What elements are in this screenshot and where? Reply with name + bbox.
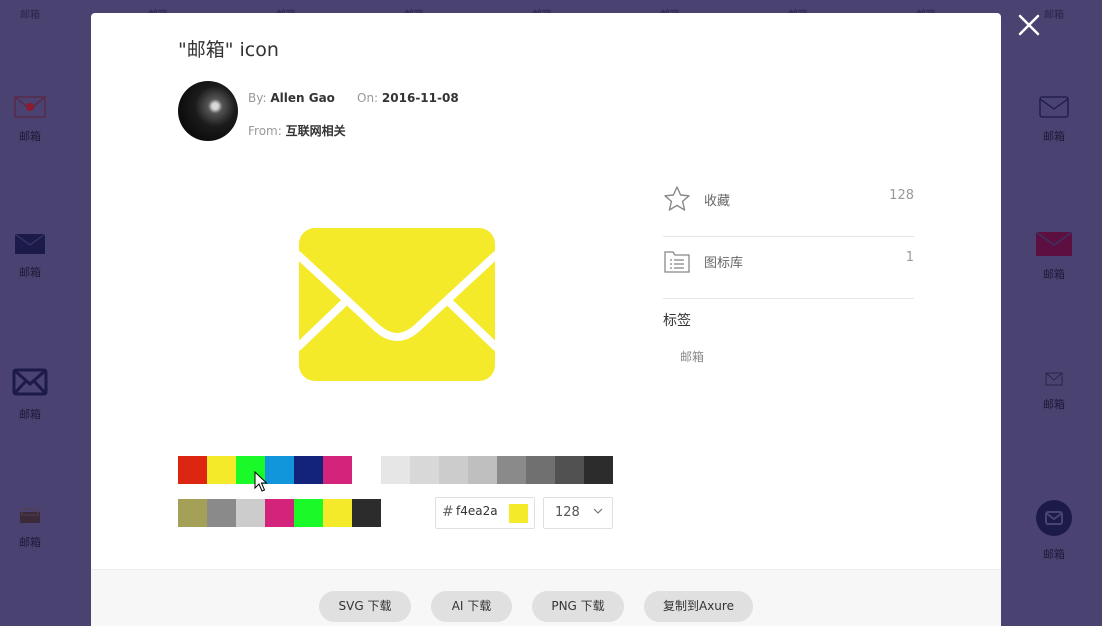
recent-palette xyxy=(178,499,381,527)
bg-icon-label: 邮箱 xyxy=(1043,398,1065,411)
library-row[interactable]: 图标库 1 xyxy=(663,237,914,299)
color-swatch[interactable] xyxy=(381,456,410,484)
png-download-button[interactable]: PNG 下载 xyxy=(532,591,624,622)
bg-icon-label: 邮箱 xyxy=(19,130,41,143)
size-select-value: 128 xyxy=(555,505,580,520)
bg-icon-cell[interactable]: 邮箱 xyxy=(1024,372,1084,412)
bg-icon-label: 邮箱 xyxy=(19,536,41,549)
color-swatch[interactable] xyxy=(323,456,352,484)
color-swatch[interactable] xyxy=(207,499,236,527)
bg-icon-cell[interactable]: 邮箱 xyxy=(0,368,60,422)
author-name[interactable]: Allen Gao xyxy=(270,91,335,105)
bg-icon-cell[interactable]: 邮箱 xyxy=(0,234,60,280)
envelope-outline-icon xyxy=(1039,96,1069,118)
mouse-cursor-icon xyxy=(254,471,268,492)
close-icon xyxy=(1018,14,1040,36)
library-label: 图标库 xyxy=(704,256,744,271)
icon-preview xyxy=(294,228,500,385)
tag-item[interactable]: 邮箱 xyxy=(680,348,704,365)
color-swatch[interactable] xyxy=(236,499,265,527)
color-swatch[interactable] xyxy=(468,456,497,484)
color-swatch[interactable] xyxy=(294,499,323,527)
bg-icon-cell[interactable]: 邮箱 xyxy=(0,508,60,550)
color-swatch[interactable] xyxy=(439,456,468,484)
close-button[interactable] xyxy=(1012,10,1046,44)
from-meta: From: 互联网相关 xyxy=(248,122,346,139)
library-count: 1 xyxy=(905,250,914,265)
favorite-count: 128 xyxy=(889,188,914,203)
date-key: On: xyxy=(357,91,379,105)
ai-download-button[interactable]: AI 下载 xyxy=(431,591,512,622)
color-swatch[interactable] xyxy=(323,499,352,527)
icon-stats: 收藏 128 图标库 1 xyxy=(663,175,914,299)
color-swatch[interactable] xyxy=(497,456,526,484)
color-swatch[interactable] xyxy=(410,456,439,484)
bg-icon-label: 邮箱 xyxy=(1043,268,1065,281)
envelope-icon xyxy=(15,234,45,254)
favorite-row[interactable]: 收藏 128 xyxy=(663,175,914,237)
mail-small-icon xyxy=(1045,372,1063,386)
copy-to-axure-button[interactable]: 复制到Axure xyxy=(644,591,753,622)
avatar[interactable] xyxy=(178,81,238,141)
color-swatch[interactable] xyxy=(178,499,207,527)
date-value: 2016-11-08 xyxy=(381,91,459,105)
bg-icon-label: 邮箱 xyxy=(19,408,41,421)
hash-sign: # xyxy=(442,504,454,520)
size-select[interactable]: 128 xyxy=(543,497,613,529)
from-value[interactable]: 互联网相关 xyxy=(286,124,346,138)
color-preview-chip[interactable] xyxy=(509,504,528,523)
folder-list-icon xyxy=(664,251,690,273)
color-swatch[interactable] xyxy=(294,456,323,484)
page-title: "邮箱" icon xyxy=(178,39,279,61)
gray-palette xyxy=(381,456,613,484)
bg-icon-cell[interactable]: 邮箱 xyxy=(1024,96,1084,144)
envelope-icon xyxy=(294,228,500,381)
bg-icon-label: 邮箱 xyxy=(1043,130,1065,143)
mail-tray-icon xyxy=(20,508,40,523)
author-meta: By: Allen Gao xyxy=(248,91,335,105)
color-swatch[interactable] xyxy=(207,456,236,484)
color-swatch[interactable] xyxy=(178,456,207,484)
icon-detail-modal: "邮箱" icon By: Allen Gao On: 2016-11-08 F… xyxy=(91,13,1001,626)
download-footer: SVG 下载 AI 下载 PNG 下载 复制到Axure xyxy=(91,569,1001,626)
color-swatch[interactable] xyxy=(555,456,584,484)
envelope-icon xyxy=(1036,232,1072,256)
bg-icon-label: 邮箱 xyxy=(1043,548,1065,561)
favorite-label: 收藏 xyxy=(704,194,731,209)
bg-icon-label: 邮箱 xyxy=(19,266,41,279)
chevron-down-icon xyxy=(593,508,603,514)
color-swatch[interactable] xyxy=(265,499,294,527)
color-hex-field[interactable]: # xyxy=(435,497,535,529)
color-swatch[interactable] xyxy=(265,456,294,484)
envelope-outline-icon xyxy=(12,368,48,396)
bg-icon-cell[interactable]: 邮箱 xyxy=(1024,500,1084,562)
color-hex-input[interactable] xyxy=(456,504,504,518)
bg-icon-cell[interactable]: 邮箱 xyxy=(1024,232,1084,282)
bg-icon-cell[interactable]: 邮箱 xyxy=(0,96,60,144)
color-swatch[interactable] xyxy=(526,456,555,484)
envelope-heart-icon xyxy=(14,96,46,118)
tags-title: 标签 xyxy=(663,313,691,329)
bg-icon-label: 邮箱 xyxy=(20,10,40,21)
author-key: By: xyxy=(248,91,267,105)
from-key: From: xyxy=(248,124,282,138)
color-swatch[interactable] xyxy=(352,499,381,527)
star-icon xyxy=(664,186,690,211)
date-meta: On: 2016-11-08 xyxy=(357,91,459,105)
svg-download-button[interactable]: SVG 下载 xyxy=(319,591,411,622)
color-swatch[interactable] xyxy=(584,456,613,484)
mail-circle-icon xyxy=(1036,500,1072,536)
